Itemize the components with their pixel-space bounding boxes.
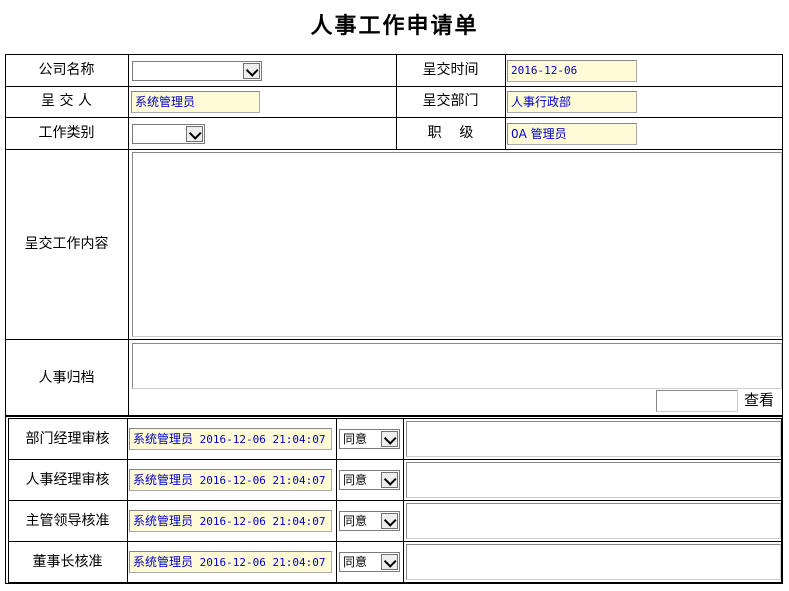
- divider: [8, 418, 782, 419]
- approver-name: 系统管理员: [133, 473, 194, 487]
- content-textarea[interactable]: [132, 152, 782, 337]
- approval-comment[interactable]: [406, 421, 781, 457]
- approval-decision-select[interactable]: 同意: [339, 429, 400, 449]
- approval-label: 董事长核准: [32, 554, 103, 570]
- divider: [8, 459, 782, 460]
- divider: [8, 500, 782, 501]
- divider: [5, 117, 783, 118]
- approval-signature[interactable]: 系统管理员 2016-12-06 21:04:07: [129, 551, 332, 573]
- divider: [5, 149, 783, 150]
- chevron-down-icon: [381, 472, 398, 488]
- submitter-label: 呈 交 人: [41, 93, 92, 109]
- approver-name: 系统管理员: [133, 555, 194, 569]
- approval-time: 2016-12-06 21:04:07: [199, 515, 326, 528]
- approval-label: 人事经理审核: [25, 472, 110, 488]
- decision-value: 同意: [343, 432, 368, 446]
- content-label: 呈交工作内容: [24, 236, 109, 252]
- position-label: 职 级: [427, 125, 474, 141]
- archive-textarea[interactable]: [132, 343, 782, 389]
- approval-decision-select[interactable]: 同意: [339, 470, 400, 490]
- company-label: 公司名称: [38, 62, 95, 78]
- work-type-select[interactable]: [132, 124, 205, 144]
- chevron-down-icon: [186, 126, 203, 142]
- approver-name: 系统管理员: [133, 514, 194, 528]
- decision-value: 同意: [343, 514, 368, 528]
- chevron-down-icon: [381, 513, 398, 529]
- approval-time: 2016-12-06 21:04:07: [199, 474, 326, 487]
- divider: [8, 541, 782, 542]
- view-button[interactable]: 查看: [744, 391, 774, 409]
- page-title: 人事工作申请单: [310, 13, 479, 39]
- archive-label: 人事归档: [38, 370, 95, 386]
- approval-signature[interactable]: 系统管理员 2016-12-06 21:04:07: [129, 469, 332, 491]
- submit-dept-field[interactable]: 人事行政部: [507, 91, 637, 113]
- divider: [8, 582, 782, 583]
- approval-label: 主管领导核准: [25, 513, 110, 529]
- work-type-label: 工作类别: [38, 125, 95, 141]
- submit-time-label: 呈交时间: [422, 62, 479, 78]
- divider: [128, 54, 129, 416]
- position-field[interactable]: 0A 管理员: [507, 123, 637, 145]
- approval-time: 2016-12-06 21:04:07: [199, 433, 326, 446]
- approval-signature[interactable]: 系统管理员 2016-12-06 21:04:07: [129, 428, 332, 450]
- decision-value: 同意: [343, 473, 368, 487]
- submit-dept-label: 呈交部门: [422, 93, 479, 109]
- approval-signature[interactable]: 系统管理员 2016-12-06 21:04:07: [129, 510, 332, 532]
- approval-comment[interactable]: [406, 503, 781, 539]
- divider: [505, 54, 506, 150]
- approval-decision-select[interactable]: 同意: [339, 552, 400, 572]
- divider: [5, 339, 783, 340]
- chevron-down-icon: [381, 554, 398, 570]
- submitter-field[interactable]: 系统管理员: [131, 91, 260, 113]
- chevron-down-icon: [381, 431, 398, 447]
- submit-time-field[interactable]: 2016-12-06: [507, 60, 637, 82]
- approval-decision-select[interactable]: 同意: [339, 511, 400, 531]
- company-select[interactable]: [132, 61, 262, 81]
- approval-time: 2016-12-06 21:04:07: [199, 556, 326, 569]
- approver-name: 系统管理员: [133, 432, 194, 446]
- approval-comment[interactable]: [406, 544, 781, 580]
- archive-input[interactable]: [656, 390, 738, 412]
- divider: [5, 86, 783, 87]
- decision-value: 同意: [343, 555, 368, 569]
- approval-comment[interactable]: [406, 462, 781, 498]
- chevron-down-icon: [243, 63, 260, 79]
- approval-label: 部门经理审核: [25, 431, 110, 447]
